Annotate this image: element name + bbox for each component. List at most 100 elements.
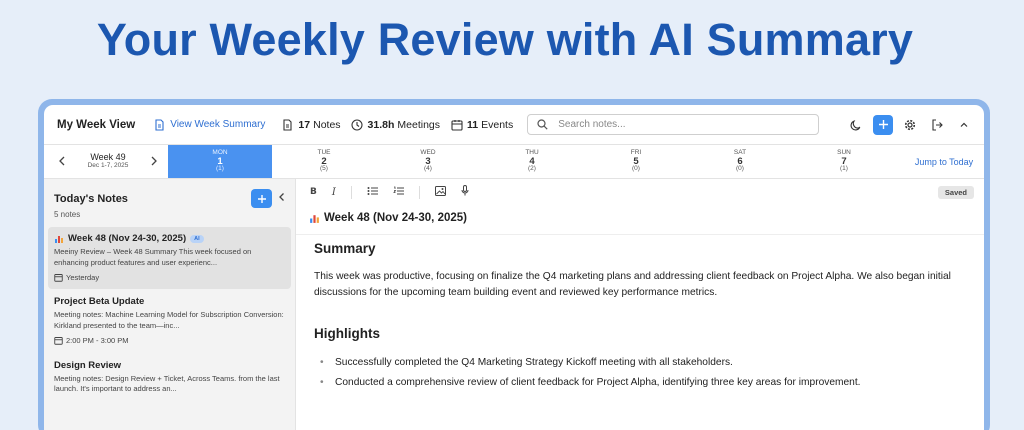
day-fri[interactable]: FRI 5 (0) [584, 145, 688, 178]
settings-button[interactable] [900, 115, 920, 135]
bullet-list-icon [367, 186, 378, 195]
notes-count: 17 [298, 118, 311, 131]
highlights-list: Successfully completed the Q4 Marketing … [314, 355, 966, 392]
note-title: Design Review [54, 359, 122, 371]
meetings-hours: 31.8h [367, 118, 395, 131]
day-count: (2) [528, 165, 536, 173]
bold-button[interactable]: B [310, 187, 317, 197]
sidebar-add-note-button[interactable] [251, 189, 272, 208]
highlights-heading: Highlights [314, 325, 380, 341]
insert-image-button[interactable] [434, 185, 446, 199]
plus-icon [878, 120, 888, 129]
numbered-list-button[interactable] [393, 186, 404, 199]
day-count: (0) [736, 165, 744, 173]
chevron-right-icon [151, 156, 157, 166]
day-sat[interactable]: SAT 6 (0) [688, 145, 792, 178]
events-stat: 11 Events [450, 118, 513, 131]
day-strip: MON 1 (1) TUE 2 (5) WED 3 (4) THU 4 (2) … [168, 145, 904, 178]
search-box[interactable] [527, 114, 820, 135]
main-body: Today's Notes 5 notes Week 48 (Nov 24-30… [44, 179, 984, 430]
note-icon [281, 118, 294, 131]
microphone-icon [461, 185, 469, 196]
document-title: Week 48 (Nov 24-30, 2025) [296, 205, 984, 235]
day-count: (5) [320, 165, 328, 173]
note-meta-text: 2:00 PM - 3:00 PM [66, 335, 129, 345]
note-item[interactable]: Project Beta Update Meeting notes: Machi… [44, 289, 295, 353]
day-sun[interactable]: SUN 7 (1) [792, 145, 896, 178]
notes-stat: 17 Notes [281, 118, 341, 131]
sidebar-header: Today's Notes [44, 179, 295, 208]
app-window: My Week View View Week Summary 17 Notes … [44, 105, 984, 430]
note-title: Project Beta Update [54, 295, 145, 307]
search-input[interactable] [558, 119, 799, 130]
sidebar-title: Today's Notes [54, 192, 128, 205]
note-preview: Meeiny Review – Week 48 Summary This wee… [54, 247, 252, 267]
editor-toolbar: B I Saved [296, 179, 984, 205]
prev-week-button[interactable] [58, 154, 66, 169]
day-tue[interactable]: TUE 2 (5) [272, 145, 376, 178]
notes-sidebar: Today's Notes 5 notes Week 48 (Nov 24-30… [44, 179, 296, 430]
week-dates: Dec 1-7, 2025 [87, 161, 129, 169]
highlight-item: Conducted a comprehensive review of clie… [320, 375, 966, 392]
document-title-text: Week 48 (Nov 24-30, 2025) [324, 212, 467, 224]
calendar-icon [450, 118, 463, 131]
collapse-sidebar-button[interactable] [278, 192, 285, 205]
week-label: Week 49 Dec 1-7, 2025 [87, 152, 129, 169]
italic-button[interactable]: I [332, 187, 336, 198]
document-body[interactable]: Summary This week was productive, focusi… [296, 235, 984, 392]
next-week-button[interactable] [150, 154, 158, 169]
numbered-list-icon [393, 186, 404, 195]
chevron-left-icon [59, 156, 65, 166]
bullet-list-button[interactable] [367, 186, 378, 199]
moon-icon [850, 119, 861, 130]
day-count: (1) [840, 165, 848, 173]
week-navigator: Week 49 Dec 1-7, 2025 [44, 145, 168, 178]
voice-button[interactable] [461, 185, 469, 199]
notes-count-label: 5 notes [54, 210, 81, 219]
search-icon [536, 118, 549, 131]
day-mon[interactable]: MON 1 (1) [168, 145, 272, 178]
logout-button[interactable] [927, 115, 947, 135]
day-thu[interactable]: THU 4 (2) [480, 145, 584, 178]
note-preview: Meeting notes: Machine Learning Model fo… [54, 309, 284, 330]
notes-label: Notes [313, 118, 341, 131]
app-frame: My Week View View Week Summary 17 Notes … [38, 99, 990, 430]
day-count: (0) [632, 165, 640, 173]
view-week-summary-label: View Week Summary [170, 119, 266, 130]
note-preview: Meeting notes: Design Review + Ticket, A… [54, 373, 280, 394]
toolbar-divider [418, 185, 420, 199]
events-count: 11 [467, 118, 479, 131]
image-icon [434, 185, 446, 196]
logout-icon [932, 118, 943, 131]
collapse-top-button[interactable] [954, 115, 974, 135]
page-headline: Your Weekly Review with AI Summary [96, 14, 914, 65]
add-note-button[interactable] [873, 114, 893, 135]
day-wed[interactable]: WED 3 (4) [376, 145, 480, 178]
note-title-text: Week 48 (Nov 24-30, 2025) [68, 233, 187, 244]
summary-paragraph: This week was productive, focusing on fi… [314, 271, 951, 299]
jump-to-today-link[interactable]: Jump to Today [904, 145, 984, 178]
note-item[interactable]: Week 48 (Nov 24-30, 2025) AI Meeiny Revi… [48, 227, 291, 289]
view-week-summary-link[interactable]: View Week Summary [153, 118, 265, 131]
note-meta-text: Yesterday [66, 272, 100, 282]
clock-icon [351, 118, 364, 131]
day-count: (1) [216, 165, 224, 173]
note-item[interactable]: Design Review Meeting notes: Design Revi… [44, 353, 295, 404]
chevron-up-icon [960, 122, 968, 127]
week-bar: Week 49 Dec 1-7, 2025 MON 1 (1) TUE 2 (5… [44, 145, 984, 179]
document-icon [153, 118, 166, 131]
gear-icon [904, 119, 916, 130]
toolbar-divider [350, 185, 352, 199]
bar-chart-icon [55, 235, 63, 243]
meetings-stat: 31.8h Meetings [351, 118, 440, 131]
dark-mode-button[interactable] [846, 115, 866, 135]
ai-badge: AI [190, 234, 204, 243]
note-title: Week 48 (Nov 24-30, 2025) AI [54, 233, 285, 244]
calendar-icon [54, 336, 63, 345]
top-bar: My Week View View Week Summary 17 Notes … [44, 105, 984, 145]
app-title: My Week View [57, 118, 136, 131]
day-count: (4) [424, 165, 432, 173]
meetings-label: Meetings [397, 118, 441, 131]
calendar-icon [54, 273, 63, 282]
highlight-item: Successfully completed the Q4 Marketing … [320, 355, 966, 372]
